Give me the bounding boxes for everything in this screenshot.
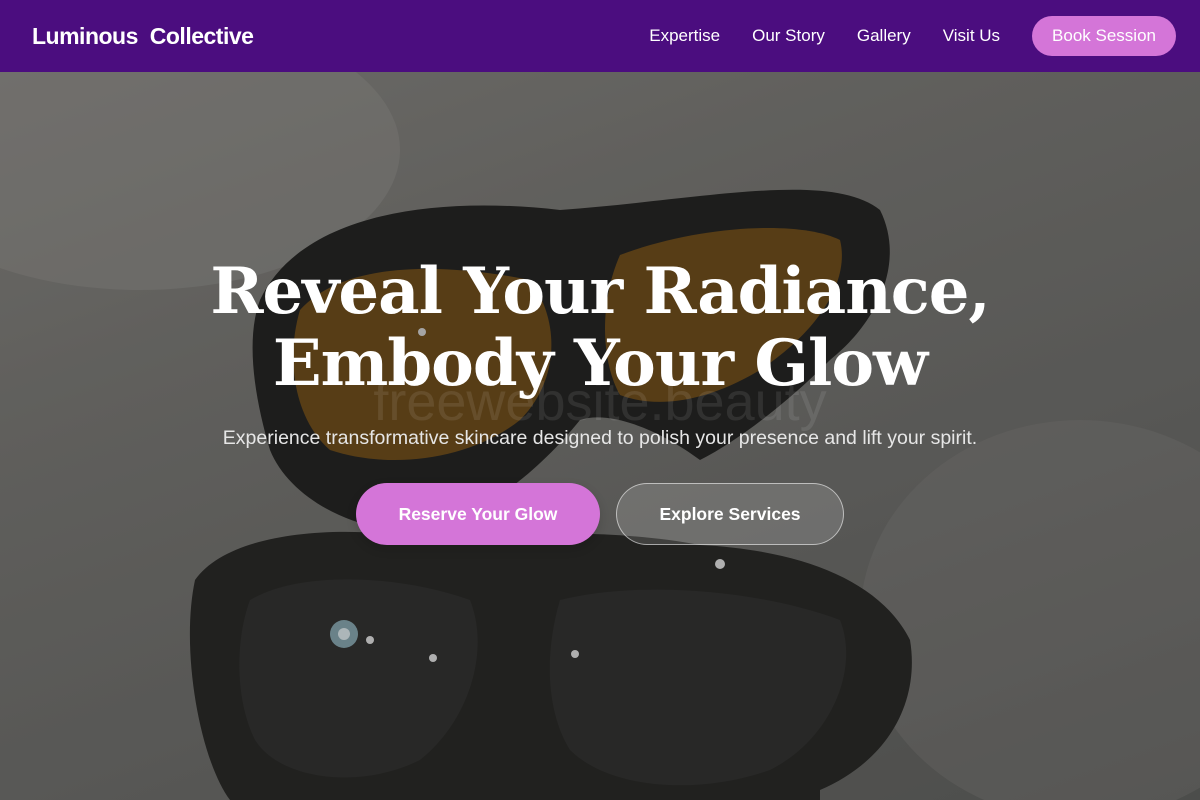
nav-right-group: Expertise Our Story Gallery Visit Us Boo… [649, 16, 1176, 56]
book-session-button[interactable]: Book Session [1032, 16, 1176, 56]
top-navbar: Luminous Collective Expertise Our Story … [0, 0, 1200, 72]
nav-link-our-story[interactable]: Our Story [752, 26, 825, 46]
brand-logo-text[interactable]: Luminous Collective [32, 23, 254, 50]
nav-link-visit-us[interactable]: Visit Us [943, 26, 1000, 46]
explore-services-button[interactable]: Explore Services [616, 483, 844, 545]
nav-link-gallery[interactable]: Gallery [857, 26, 911, 46]
hero-subtitle: Experience transformative skincare desig… [222, 427, 978, 449]
reserve-your-glow-button[interactable]: Reserve Your Glow [356, 483, 600, 545]
hero-headline-line-2: Embody Your Glow [272, 326, 928, 401]
hero-headline: Reveal Your Radiance, Embody Your Glow [0, 256, 1200, 400]
hero-cta-group: Reserve Your Glow Explore Services [0, 483, 1200, 545]
hero-headline-line-1: Reveal Your Radiance, [210, 254, 990, 329]
hero-section: freewebsite.beauty Reveal Your Radiance,… [0, 72, 1200, 800]
nav-link-expertise[interactable]: Expertise [649, 26, 720, 46]
nav-links: Expertise Our Story Gallery Visit Us [649, 26, 1000, 46]
